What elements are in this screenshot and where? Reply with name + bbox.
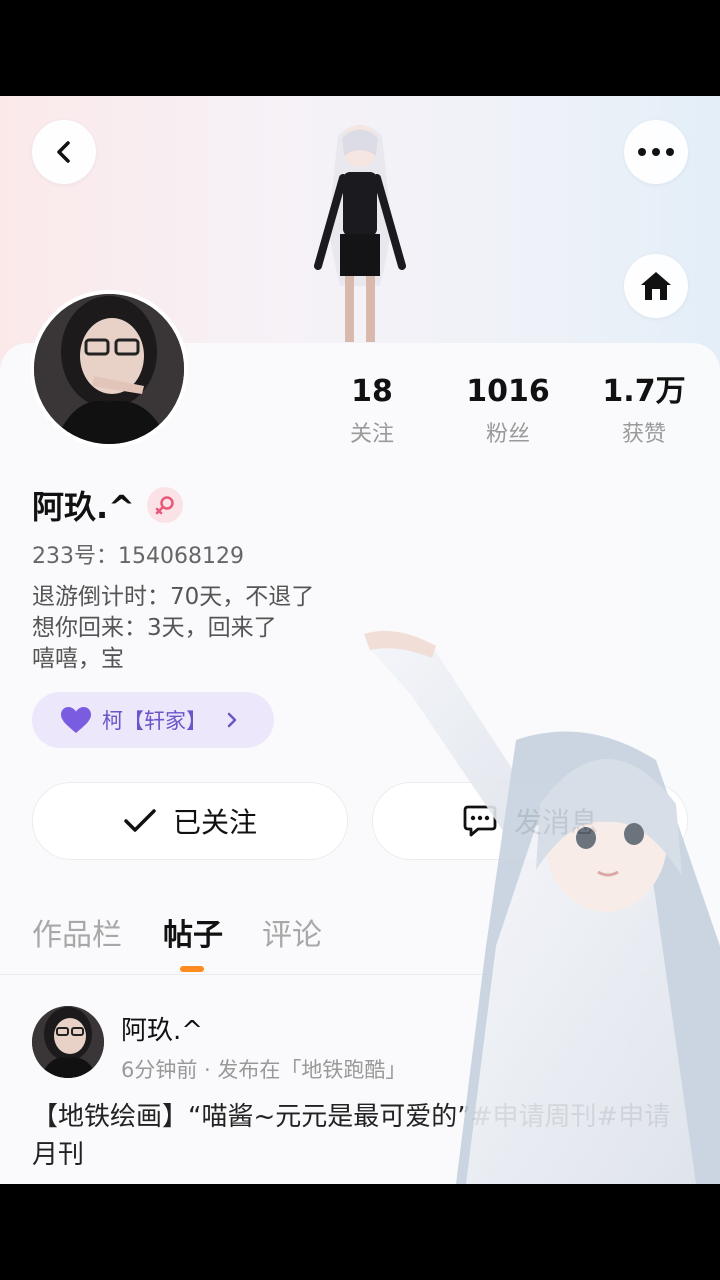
gender-badge (146, 487, 183, 523)
profile-screen: 18 关注 1016 粉丝 1.7万 获赞 阿玖.^ 233号：15406812… (0, 96, 720, 1184)
tab-posts[interactable]: 帖子 (163, 910, 223, 954)
bio-line: 嘻嘻，宝 (32, 646, 124, 672)
chevron-right-icon (227, 712, 237, 728)
female-icon (155, 496, 174, 515)
stat-following-value: 18 (351, 374, 393, 409)
post-text[interactable]: 【地铁绘画】“喵酱~元元是最可爱的”#申请周刊#申请月刊 (32, 1098, 682, 1174)
follow-button-label: 已关注 (172, 806, 257, 839)
more-dots-icon (638, 148, 674, 156)
stat-fans-value: 1016 (466, 374, 550, 409)
chat-bubble-icon (463, 805, 497, 837)
home-icon (641, 272, 671, 300)
stat-following-label: 关注 (349, 422, 394, 447)
bio-line: 退游倒计时：70天，不退了 (32, 584, 315, 610)
follow-button[interactable]: 已关注 (32, 782, 348, 860)
stat-fans-label: 粉丝 (485, 422, 530, 447)
profile-name: 阿玖.^ (32, 488, 135, 526)
stat-likes-value: 1.7万 (602, 374, 686, 409)
heart-icon (61, 707, 91, 733)
profile-bio: 退游倒计时：70天，不退了 想你回来：3天，回来了 嘻嘻，宝 (32, 582, 314, 675)
post-author-name[interactable]: 阿玖.^ (121, 1010, 203, 1047)
profile-name-row: 阿玖.^ (32, 482, 183, 528)
message-button[interactable]: 发消息 (372, 782, 688, 860)
guild-label: 柯【轩家】 (102, 709, 207, 733)
stat-likes[interactable]: 1.7万 获赞 (579, 374, 709, 448)
bio-line: 想你回来：3天，回来了 (32, 615, 277, 641)
stat-following[interactable]: 18 关注 (307, 374, 437, 448)
home-button[interactable] (624, 254, 688, 318)
back-button[interactable] (32, 120, 96, 184)
post-author-avatar[interactable] (32, 1006, 104, 1078)
avatar-image (34, 294, 184, 444)
check-icon (124, 809, 156, 832)
more-button[interactable] (624, 120, 688, 184)
tab-works[interactable]: 作品栏 (32, 910, 122, 954)
stat-likes-label: 获赞 (621, 422, 666, 447)
avatar-3d-figure (314, 125, 406, 342)
guild-pill[interactable]: 柯【轩家】 (32, 692, 274, 748)
stat-fans[interactable]: 1016 粉丝 (443, 374, 573, 448)
chevron-left-icon (57, 141, 70, 163)
post-meta: 6分钟前 · 发布在「地铁跑酷」 (121, 1058, 407, 1082)
tab-comments[interactable]: 评论 (262, 910, 322, 954)
profile-tabs: 作品栏 帖子 评论 (0, 886, 720, 975)
post-avatar-image (32, 1006, 104, 1078)
active-tab-indicator (180, 966, 204, 972)
message-button-label: 发消息 (513, 806, 598, 839)
profile-avatar[interactable] (30, 290, 188, 448)
profile-uid: 233号：154068129 (32, 544, 244, 569)
